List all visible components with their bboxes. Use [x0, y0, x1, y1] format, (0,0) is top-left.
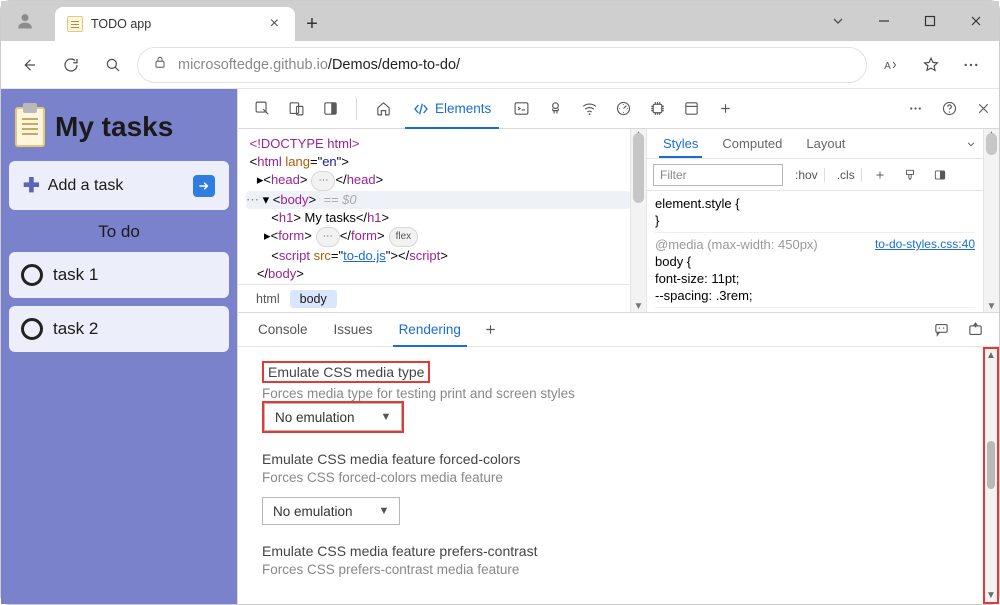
toggle-layout-icon[interactable] [928, 168, 952, 182]
sources-icon[interactable] [539, 93, 571, 125]
tab-title: TODO app [91, 17, 258, 31]
expand-drawer-icon[interactable] [959, 314, 991, 346]
computed-tab[interactable]: Computed [712, 130, 792, 157]
favorites-icon[interactable] [913, 47, 949, 83]
crumb-html[interactable]: html [246, 290, 290, 308]
minimize-button[interactable] [861, 1, 907, 41]
emulate-media-type-title: Emulate CSS media type [268, 364, 424, 380]
emulate-forced-colors-title: Emulate CSS media feature forced-colors [262, 451, 959, 467]
read-aloud-icon[interactable]: A [873, 47, 909, 83]
emulate-media-type-select[interactable]: No emulation▼ [264, 403, 402, 431]
breadcrumb[interactable]: html body [238, 284, 630, 312]
welcome-icon[interactable] [367, 93, 399, 125]
window-titlebar: TODO app × + [1, 1, 999, 41]
plus-icon: ✚ [23, 173, 40, 198]
section-heading: To do [9, 218, 229, 244]
device-toggle-icon[interactable] [280, 93, 312, 125]
chevron-down-icon[interactable] [959, 137, 983, 151]
todo-app: My tasks ✚ Add a task To do task 1 task … [1, 89, 237, 604]
devtools: Elements <!DOCTYPE html> <html lang="en"… [237, 89, 999, 604]
refresh-button[interactable] [53, 47, 89, 83]
maximize-button[interactable] [907, 1, 953, 41]
emulate-media-type-desc: Forces media type for testing print and … [262, 386, 959, 401]
devtools-drawer: Console Issues Rendering Emulate CSS med… [238, 313, 999, 604]
stylesheet-link[interactable]: to-do-styles.css:40 [875, 236, 975, 253]
window-controls [815, 1, 999, 41]
checkbox-icon[interactable] [21, 264, 43, 286]
dom-scrollbar[interactable]: ▲▼ [630, 129, 646, 312]
app-title: My tasks [55, 111, 173, 143]
tab-close-icon[interactable]: × [266, 15, 283, 33]
more-tabs-icon[interactable] [709, 93, 741, 125]
svg-text:A: A [884, 60, 891, 71]
emulate-prefers-contrast-desc: Forces CSS prefers-contrast media featur… [262, 562, 959, 577]
performance-icon[interactable] [607, 93, 639, 125]
clipboard-icon [15, 107, 45, 147]
add-task-box[interactable]: ✚ Add a task [9, 161, 229, 210]
caret-down-icon[interactable] [815, 1, 861, 41]
rendering-pane: Emulate CSS media type Forces media type… [238, 347, 983, 604]
hov-toggle[interactable]: :hov [789, 168, 825, 182]
profile-icon[interactable] [1, 1, 49, 41]
close-button[interactable] [953, 1, 999, 41]
layout-tab[interactable]: Layout [796, 130, 855, 157]
task-label: task 1 [53, 265, 98, 285]
browser-tab[interactable]: TODO app × [55, 7, 295, 41]
elements-tab[interactable]: Elements [401, 89, 503, 129]
css-rules[interactable]: element.style { } to-do-styles.css:40 @m… [647, 191, 983, 312]
rendering-tab[interactable]: Rendering [387, 313, 473, 347]
dock-icon[interactable] [314, 93, 346, 125]
application-icon[interactable] [675, 93, 707, 125]
styles-tab[interactable]: Styles [653, 130, 708, 157]
checkbox-icon[interactable] [21, 318, 43, 340]
styles-scrollbar[interactable]: ▲▼ [983, 129, 999, 312]
emulate-forced-colors-desc: Forces CSS forced-colors media feature [262, 470, 959, 485]
devtools-close-icon[interactable] [967, 93, 999, 125]
styles-panel: Styles Computed Layout Filter :hov .cls [646, 129, 999, 312]
console-tab[interactable]: Console [246, 313, 320, 347]
add-task-label: Add a task [48, 177, 185, 195]
tab-favicon [67, 16, 83, 32]
devtools-menu-icon[interactable] [899, 93, 931, 125]
dom-tree[interactable]: <!DOCTYPE html> <html lang="en"> ▸<head>… [238, 129, 630, 284]
memory-icon[interactable] [641, 93, 673, 125]
issues-tab[interactable]: Issues [322, 313, 385, 347]
emulate-prefers-contrast-title: Emulate CSS media feature prefers-contra… [262, 543, 959, 559]
url-text: microsoftedge.github.io/Demos/demo-to-do… [178, 57, 460, 73]
task-label: task 2 [53, 319, 98, 339]
content-area: My tasks ✚ Add a task To do task 1 task … [1, 89, 999, 604]
cls-toggle[interactable]: .cls [831, 168, 862, 182]
address-bar[interactable]: microsoftedge.github.io/Demos/demo-to-do… [137, 47, 867, 83]
new-style-icon[interactable] [868, 168, 892, 182]
submit-icon[interactable] [193, 175, 215, 197]
emulate-forced-colors-select[interactable]: No emulation▼ [262, 497, 400, 525]
new-tab-button[interactable]: + [295, 7, 329, 41]
drawer-scrollbar[interactable]: ▲▼ [983, 347, 999, 604]
crumb-body[interactable]: body [290, 290, 337, 308]
lock-icon [152, 54, 168, 75]
brush-icon[interactable] [898, 168, 922, 182]
browser-toolbar: microsoftedge.github.io/Demos/demo-to-do… [1, 41, 999, 89]
task-item[interactable]: task 1 [9, 252, 229, 298]
dom-panel: <!DOCTYPE html> <html lang="en"> ▸<head>… [238, 129, 630, 312]
network-icon[interactable] [573, 93, 605, 125]
menu-icon[interactable] [953, 47, 989, 83]
devtools-toolbar: Elements [238, 89, 999, 129]
back-button[interactable] [11, 47, 47, 83]
feedback-icon[interactable] [925, 314, 957, 346]
more-drawer-tabs-icon[interactable] [475, 314, 507, 346]
console-icon[interactable] [505, 93, 537, 125]
search-button[interactable] [95, 47, 131, 83]
styles-filter-input[interactable]: Filter [653, 164, 783, 186]
help-icon[interactable] [933, 93, 965, 125]
inspect-icon[interactable] [246, 93, 278, 125]
task-item[interactable]: task 2 [9, 306, 229, 352]
